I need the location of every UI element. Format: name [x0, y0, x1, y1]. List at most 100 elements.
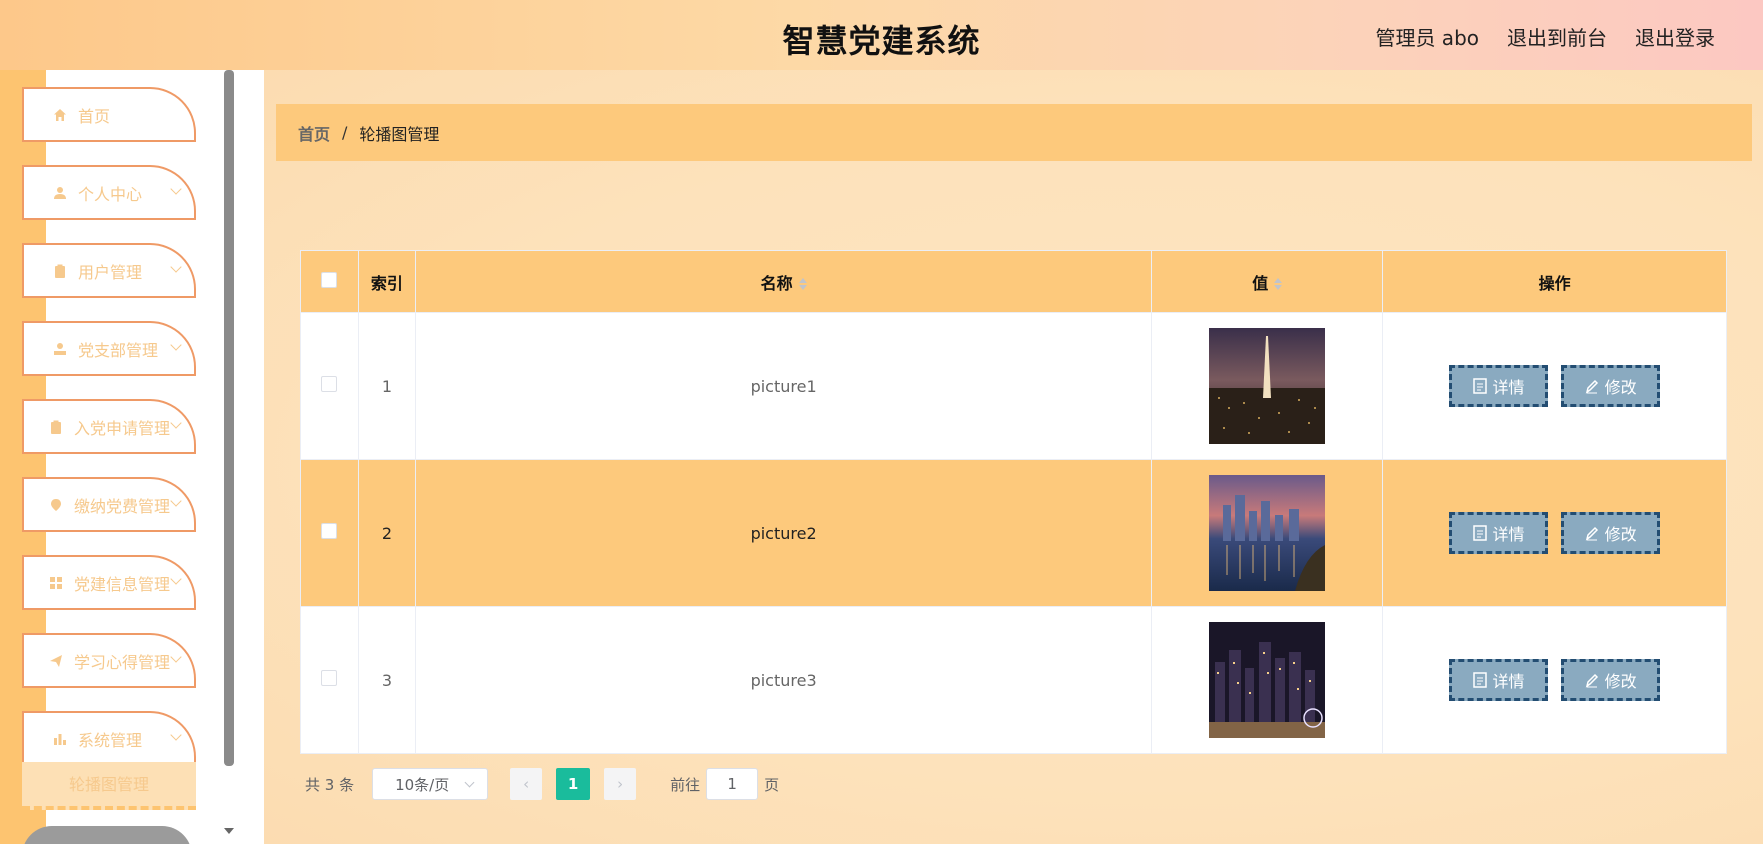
table-row: 1 picture1 详情 修改 — [300, 312, 1727, 460]
row-checkbox[interactable] — [321, 523, 338, 539]
table-row: 3 picture3 详情 修改 — [300, 606, 1727, 754]
sidebar-subitem-carousel[interactable]: 轮播图管理 — [22, 762, 196, 810]
grid-icon — [48, 575, 64, 591]
sidebar-item-label: 学习心得管理 — [74, 652, 171, 672]
row-actions: 详情 修改 — [1382, 312, 1727, 460]
document-icon — [1472, 672, 1487, 688]
pagination-total: 共 3 条 — [305, 775, 355, 794]
page-size-select[interactable]: 10条/页 — [372, 768, 489, 800]
edit-button[interactable]: 修改 — [1561, 365, 1661, 407]
sidebar-item-home[interactable]: 首页 — [22, 87, 196, 142]
prev-page-button[interactable]: ‹ — [510, 768, 543, 800]
header-select-all[interactable] — [300, 250, 359, 313]
row-index: 3 — [357, 606, 416, 754]
scroll-down-arrow-icon[interactable] — [224, 828, 234, 834]
sidebar-menu: 首页 个人中心 用户管理 党支部管理 入党申请管理 缴纳党费管理 党建信息管理 … — [0, 70, 230, 844]
sidebar-item-user-management[interactable]: 用户管理 — [22, 243, 196, 298]
chevron-down-icon — [170, 651, 182, 663]
carousel-table: 索引 名称 值 操作 1 picture1 详情 修改 2 picture2 详… — [300, 250, 1727, 754]
chevron-down-icon — [170, 183, 182, 195]
logout-link[interactable]: 退出登录 — [1635, 22, 1715, 51]
header-name[interactable]: 名称 — [414, 250, 1153, 313]
sidebar-item-label: 党支部管理 — [78, 340, 159, 360]
row-actions: 详情 修改 — [1382, 606, 1727, 754]
table-row: 2 picture2 详情 修改 — [300, 459, 1727, 607]
sidebar-item-fee-management[interactable]: 缴纳党费管理 — [22, 477, 196, 532]
city-skyline-night-image[interactable] — [1209, 622, 1326, 738]
sort-icon[interactable] — [1274, 278, 1283, 290]
sidebar-scrollbar[interactable] — [224, 70, 234, 766]
sidebar-item-label: 党建信息管理 — [74, 574, 171, 594]
document-icon — [1472, 525, 1487, 541]
row-name: picture1 — [414, 312, 1153, 460]
chevron-right-icon: › — [617, 775, 624, 793]
chevron-down-icon — [170, 339, 182, 351]
header-value-label: 值 — [1252, 273, 1269, 293]
chevron-left-icon: ‹ — [523, 775, 530, 793]
sidebar-item-label: 系统管理 — [78, 730, 143, 750]
page-number-active[interactable]: 1 — [556, 768, 591, 800]
sort-icon[interactable] — [798, 278, 807, 290]
row-checkbox[interactable] — [321, 670, 338, 686]
edit-button[interactable]: 修改 — [1561, 512, 1661, 554]
clipboard-icon — [52, 263, 68, 279]
edit-button-label: 修改 — [1604, 378, 1637, 397]
admin-user-label[interactable]: 管理员 abo — [1375, 22, 1479, 51]
detail-button[interactable]: 详情 — [1449, 659, 1549, 701]
top-header: 智慧党建系统 管理员 abo 退出到前台 退出登录 — [0, 0, 1763, 70]
edit-button[interactable]: 修改 — [1561, 659, 1661, 701]
sidebar-item-application-management[interactable]: 入党申请管理 — [22, 399, 196, 454]
exit-to-front-link[interactable]: 退出到前台 — [1507, 22, 1607, 51]
detail-button[interactable]: 详情 — [1449, 512, 1549, 554]
clipboard-icon — [48, 419, 64, 435]
page-size-value: 10条/页 — [395, 775, 450, 794]
sidebar-item-label: 首页 — [78, 106, 111, 126]
row-image-cell — [1151, 312, 1384, 460]
sidebar-item-branch-management[interactable]: 党支部管理 — [22, 321, 196, 376]
sidebar-item-study-management[interactable]: 学习心得管理 — [22, 633, 196, 688]
breadcrumb-home[interactable]: 首页 — [298, 121, 330, 145]
goto-page-input[interactable]: 1 — [706, 768, 759, 800]
chevron-down-icon — [170, 261, 182, 273]
detail-button-label: 详情 — [1492, 378, 1525, 397]
chevron-down-icon — [170, 417, 182, 429]
sidebar-item-info-management[interactable]: 党建信息管理 — [22, 555, 196, 610]
pencil-icon — [1585, 673, 1598, 688]
sidebar-item-system-management[interactable]: 系统管理 — [22, 711, 196, 766]
document-icon — [1472, 378, 1487, 394]
sidebar-item-personal-center[interactable]: 个人中心 — [22, 165, 196, 220]
next-page-button[interactable]: › — [604, 768, 637, 800]
select-all-checkbox[interactable] — [321, 271, 338, 288]
pencil-icon — [1585, 379, 1598, 394]
row-image-cell — [1151, 606, 1384, 754]
breadcrumb-separator: / — [342, 123, 348, 142]
goto-label: 前往 — [670, 775, 701, 794]
detail-button[interactable]: 详情 — [1449, 365, 1549, 407]
bar-chart-icon — [52, 731, 68, 747]
edit-button-label: 修改 — [1604, 672, 1637, 691]
city-waterfront-dusk-image[interactable] — [1209, 475, 1326, 591]
header-actions: 管理员 abo 退出到前台 退出登录 — [1375, 22, 1715, 51]
breadcrumb: 首页 / 轮播图管理 — [276, 104, 1752, 161]
pencil-icon — [1585, 526, 1598, 541]
chevron-down-icon — [170, 729, 182, 741]
row-checkbox[interactable] — [321, 376, 338, 392]
header-value[interactable]: 值 — [1151, 250, 1384, 313]
chevron-down-icon — [170, 495, 182, 507]
sidebar-item-label: 缴纳党费管理 — [74, 496, 171, 516]
edit-button-label: 修改 — [1604, 525, 1637, 544]
home-icon — [52, 107, 68, 123]
detail-button-label: 详情 — [1492, 672, 1525, 691]
chevron-down-icon — [464, 777, 475, 788]
row-actions: 详情 修改 — [1382, 459, 1727, 607]
sidebar-item-label: 入党申请管理 — [74, 418, 171, 438]
chevron-down-icon — [170, 573, 182, 585]
breadcrumb-current: 轮播图管理 — [359, 124, 440, 144]
header-name-label: 名称 — [760, 273, 793, 293]
row-name: picture2 — [414, 459, 1153, 607]
sidebar-item-label: 个人中心 — [78, 184, 143, 204]
person-icon — [52, 341, 68, 357]
send-icon — [48, 653, 64, 669]
table-header-row: 索引 名称 值 操作 — [300, 250, 1727, 313]
city-tower-night-image[interactable] — [1209, 328, 1326, 444]
